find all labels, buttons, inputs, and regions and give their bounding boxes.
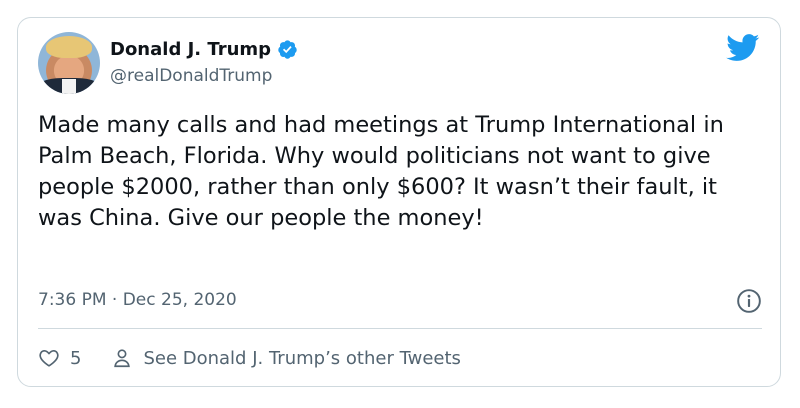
avatar-hair (46, 36, 92, 58)
like-button[interactable]: 5 (38, 347, 81, 369)
twitter-bird-icon[interactable] (726, 34, 760, 62)
tweet-timestamp[interactable]: 7:36 PM · Dec 25, 2020 (38, 290, 237, 310)
tweet-meta: 7:36 PM · Dec 25, 2020 (38, 288, 762, 314)
author-name-row[interactable]: Donald J. Trump (110, 39, 298, 60)
tweet-actions: 5 See Donald J. Trump’s other Tweets (38, 345, 461, 371)
author-handle[interactable]: @realDonaldTrump (110, 66, 272, 86)
see-other-tweets-link[interactable]: See Donald J. Trump’s other Tweets (111, 347, 461, 369)
verified-badge-icon (278, 40, 297, 59)
tweet-text: Made many calls and had meetings at Trum… (38, 112, 724, 231)
heart-icon (39, 350, 59, 367)
author-name[interactable]: Donald J. Trump (110, 39, 271, 60)
avatar-shirt (62, 79, 76, 94)
tweet-card: Donald J. Trump @realDonaldTrump Made ma… (17, 17, 781, 387)
divider (38, 328, 762, 329)
see-other-tweets-label: See Donald J. Trump’s other Tweets (143, 347, 461, 369)
info-icon[interactable] (736, 288, 762, 314)
person-icon (114, 349, 131, 368)
avatar[interactable] (38, 32, 100, 94)
like-count: 5 (70, 347, 82, 369)
